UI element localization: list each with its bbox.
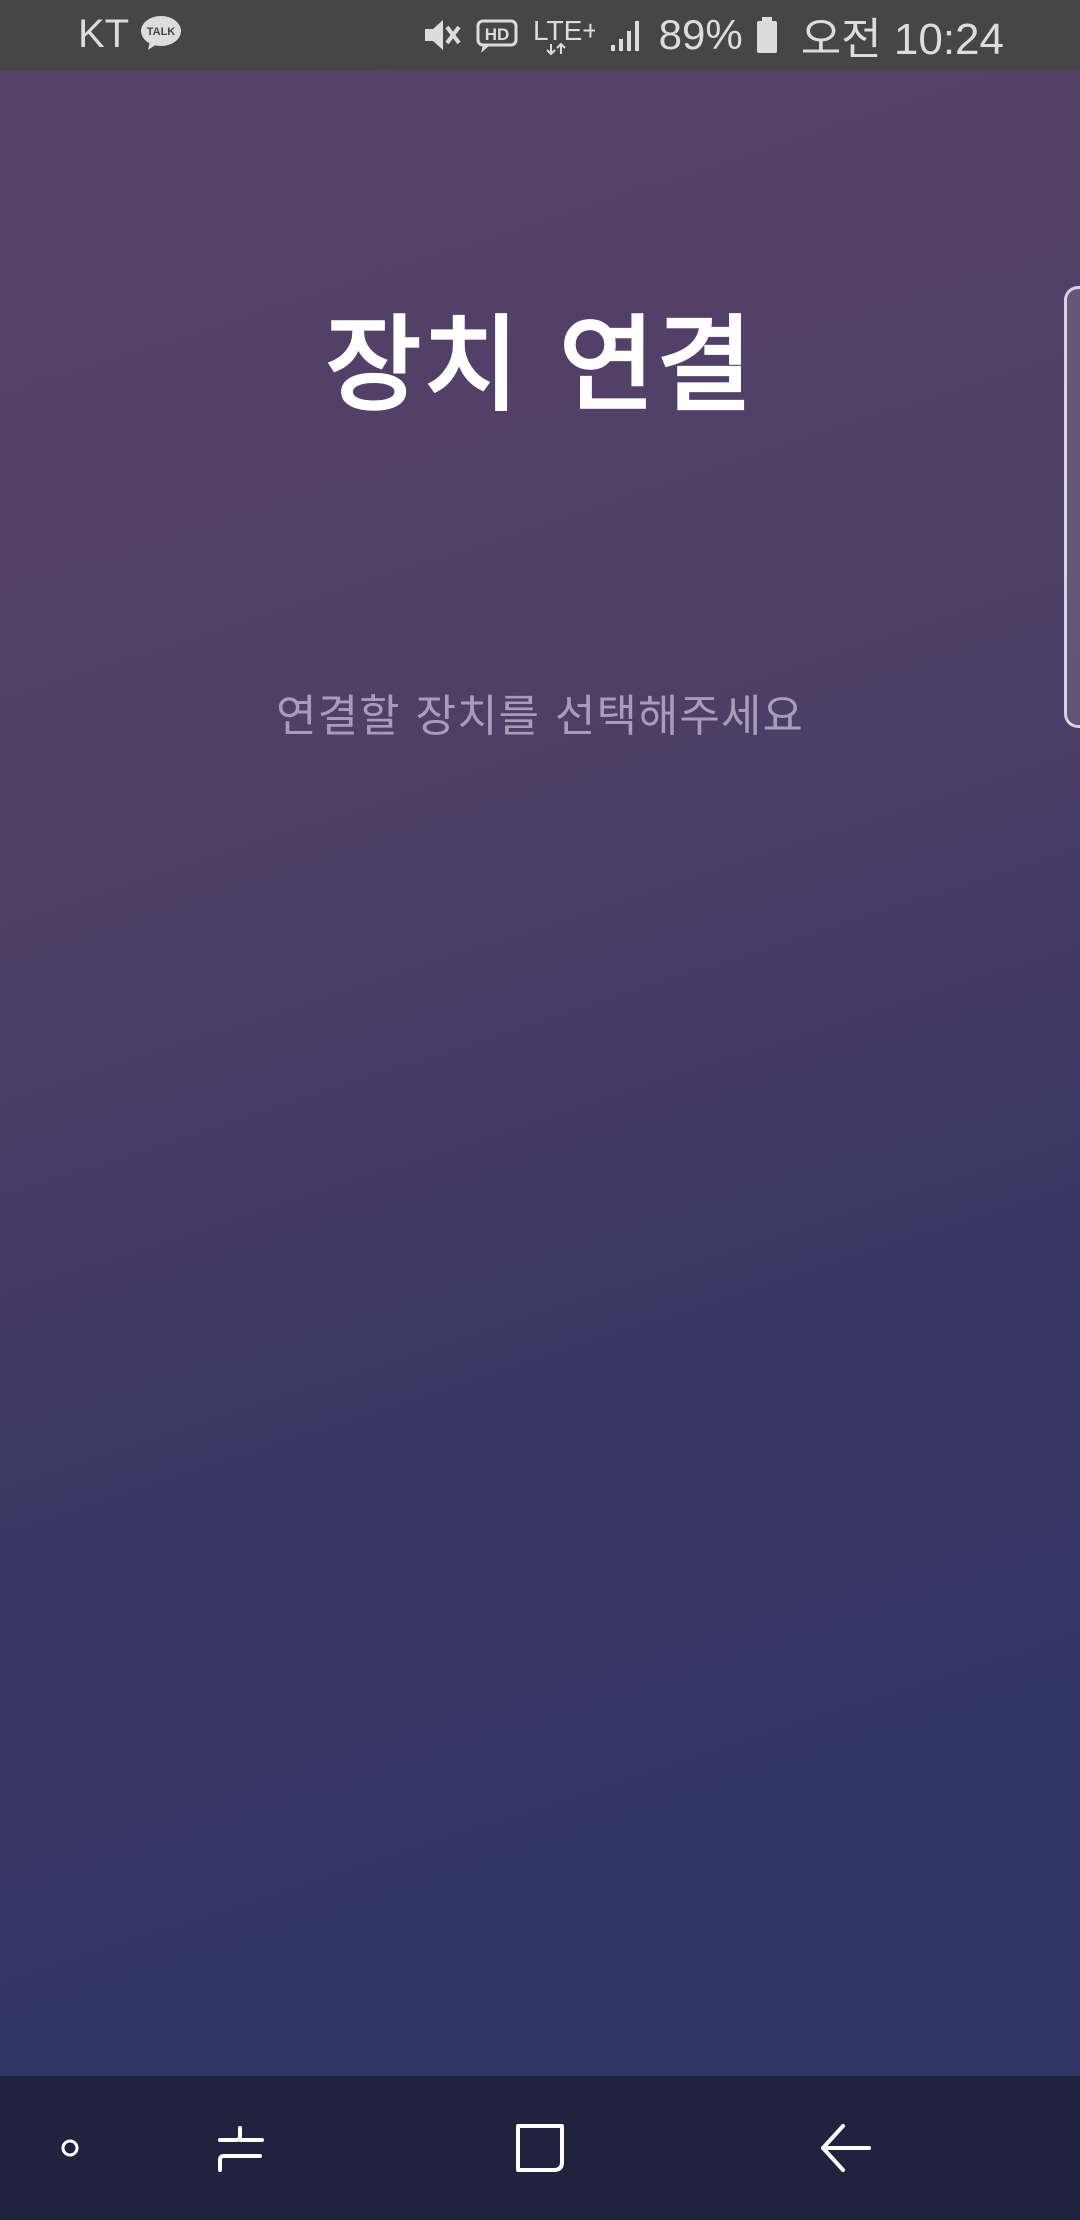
recent-apps-icon — [218, 2126, 264, 2172]
lte-plus-icon: LTE+ — [533, 15, 595, 56]
talk-badge-text: TALK — [147, 26, 176, 38]
kakaotalk-icon: TALK — [141, 16, 181, 50]
status-bar: KT TALK HD LTE+ 89% 오전 10:24 — [0, 0, 1080, 70]
home-button[interactable] — [480, 2076, 600, 2220]
battery-percent: 89% — [658, 11, 743, 58]
assistant-dot-icon — [61, 2139, 79, 2157]
back-button[interactable] — [785, 2076, 905, 2220]
mute-icon — [424, 20, 461, 50]
network-label: LTE+ — [533, 15, 595, 46]
hd-voice-icon: HD — [476, 19, 518, 53]
back-icon — [821, 2124, 871, 2172]
carrier-label: KT — [78, 12, 130, 56]
home-icon — [516, 2124, 564, 2172]
recent-apps-button[interactable] — [180, 2076, 300, 2220]
battery-icon — [756, 17, 777, 53]
signal-icon — [610, 21, 639, 51]
clock: 오전 10:24 — [800, 15, 1004, 64]
device-connect-screen: KT TALK HD LTE+ 89% 오전 10:24 장치 연결 연결할 장… — [0, 0, 1080, 2220]
page-title: 장치 연결 — [325, 304, 755, 426]
status-icons: HD LTE+ 89% 오전 10:24 — [421, 10, 1004, 64]
device-select-instruction: 연결할 장치를 선택해주세요 — [276, 691, 804, 742]
navigation-bar — [0, 2076, 1080, 2220]
svg-text:HD: HD — [484, 25, 509, 44]
assistant-button[interactable] — [40, 2076, 100, 2220]
